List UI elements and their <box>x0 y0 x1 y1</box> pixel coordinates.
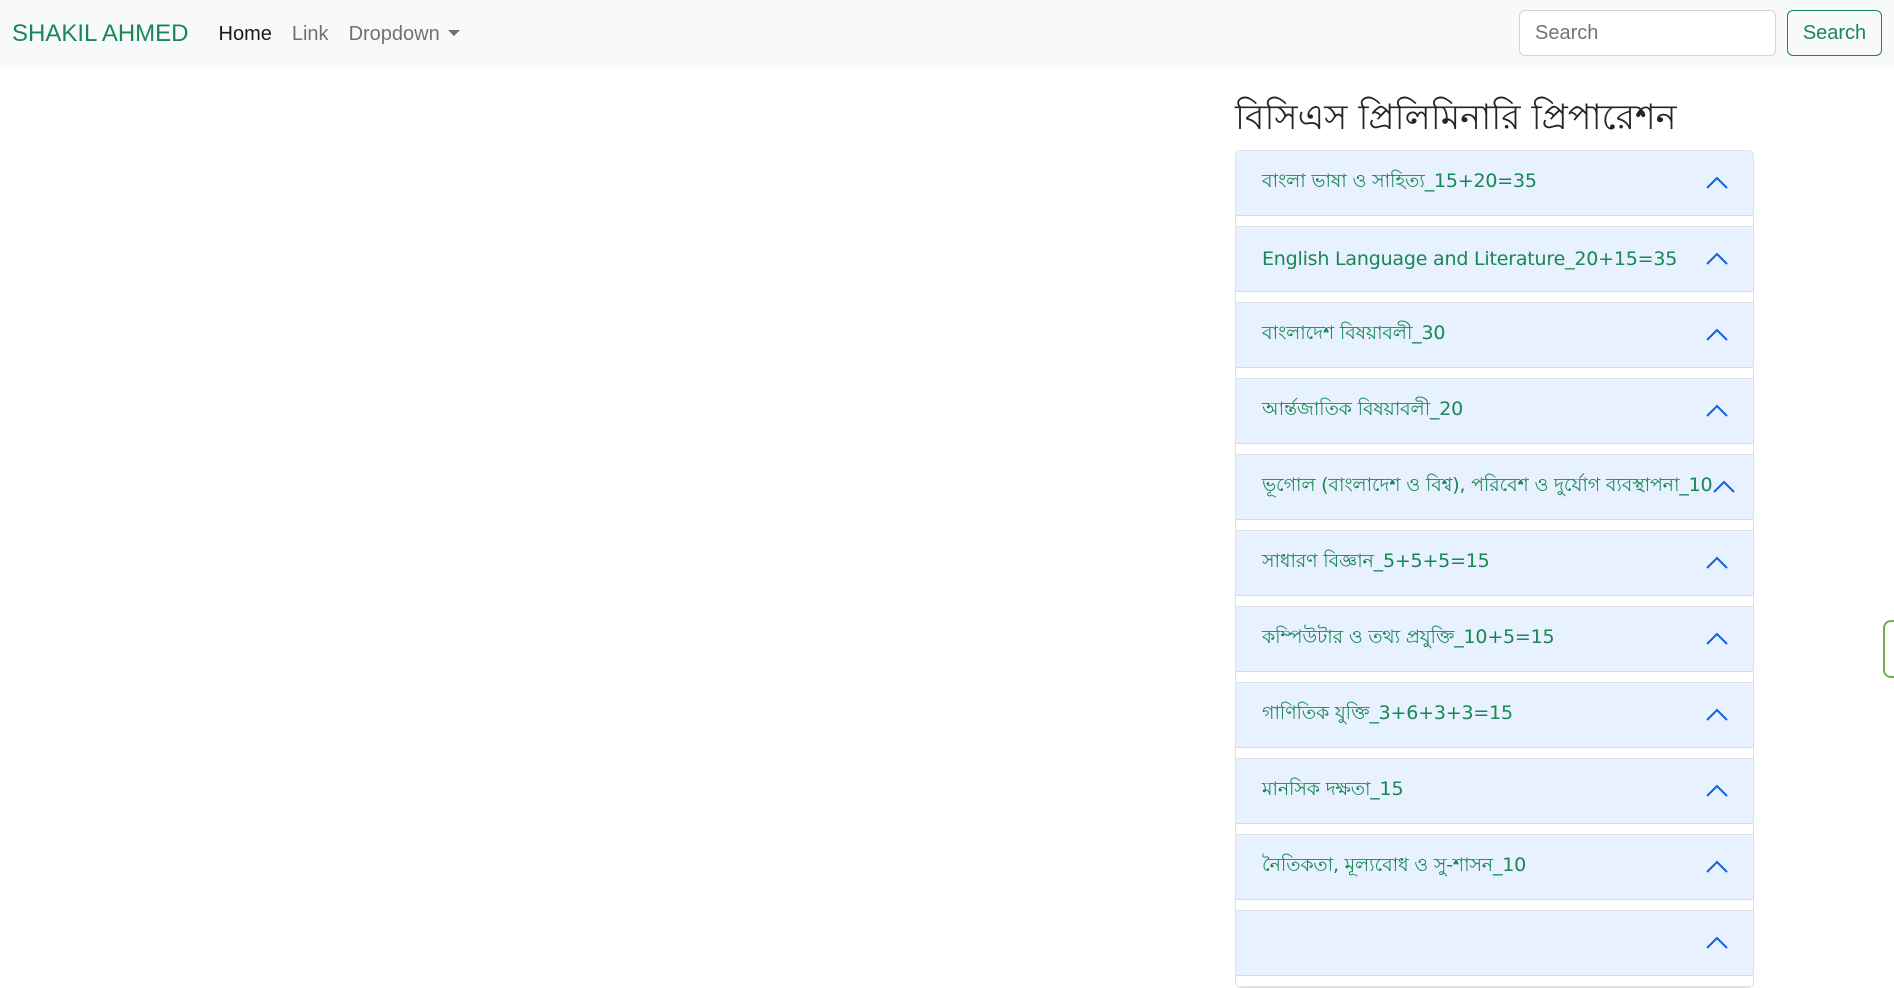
accordion-label: নৈতিকতা, মূল্যবোধ ও সু-শাসন_10 <box>1262 854 1527 876</box>
brand-link[interactable]: SHAKIL AHMED <box>12 20 189 48</box>
accordion-button[interactable]: মানসিক দক্ষতা_15 <box>1236 759 1753 824</box>
chevron-up-icon <box>1706 708 1728 721</box>
search-input[interactable] <box>1519 10 1776 56</box>
nav-dropdown[interactable]: Dropdown <box>349 23 460 46</box>
accordion-button[interactable]: English Language and Literature_20+15=35 <box>1236 227 1753 292</box>
main-content: বিসিএস প্রিলিমিনারি প্রিপারেশন বাংলা ভাষ… <box>1235 94 1754 988</box>
accordion-label: আর্ন্তজাতিক বিষয়াবলী_20 <box>1262 398 1464 420</box>
accordion-button[interactable]: কম্পিউটার ও তথ্য প্রযুক্তি_10+5=15 <box>1236 607 1753 672</box>
accordion: বাংলা ভাষা ও সাহিত্য_15+20=35 English Lan… <box>1235 150 1754 988</box>
accordion-item: কম্পিউটার ও তথ্য প্রযুক্তি_10+5=15 <box>1236 607 1753 683</box>
accordion-item: মানসিক দক্ষতা_15 <box>1236 759 1753 835</box>
accordion-button[interactable]: আর্ন্তজাতিক বিষয়াবলী_20 <box>1236 379 1753 444</box>
accordion-label: মানসিক দক্ষতা_15 <box>1262 778 1404 800</box>
accordion-label: বাংলাদেশ বিষয়াবলী_30 <box>1262 322 1446 344</box>
chevron-up-icon <box>1706 632 1728 645</box>
nav-dropdown-label: Dropdown <box>348 22 440 45</box>
accordion-item <box>1236 911 1753 987</box>
chevron-up-icon <box>1706 252 1728 265</box>
search-button[interactable]: Search <box>1787 10 1882 56</box>
chevron-up-icon <box>1706 556 1728 569</box>
accordion-label: সাধারণ বিজ্ঞান_5+5+5=15 <box>1262 550 1490 572</box>
accordion-button[interactable]: ভূগোল (বাংলাদেশ ও বিশ্ব), পরিবেশ ও দুর্য… <box>1236 455 1753 520</box>
caret-down-icon <box>447 29 460 36</box>
accordion-label: English Language and Literature_20+15=35 <box>1262 248 1678 270</box>
accordion-label: বাংলা ভাষা ও সাহিত্য_15+20=35 <box>1262 170 1537 192</box>
accordion-button[interactable] <box>1236 911 1753 976</box>
accordion-item: বাংলা ভাষা ও সাহিত্য_15+20=35 <box>1236 151 1753 227</box>
accordion-item: বাংলাদেশ বিষয়াবলী_30 <box>1236 303 1753 379</box>
chevron-up-icon <box>1706 936 1728 949</box>
accordion-item: নৈতিকতা, মূল্যবোধ ও সু-শাসন_10 <box>1236 835 1753 911</box>
accordion-item: English Language and Literature_20+15=35 <box>1236 227 1753 303</box>
chevron-up-icon <box>1706 784 1728 797</box>
nav-link-link[interactable]: Link <box>292 23 329 46</box>
accordion-button[interactable]: নৈতিকতা, মূল্যবোধ ও সু-শাসন_10 <box>1236 835 1753 900</box>
chevron-up-icon <box>1706 328 1728 341</box>
accordion-label: কম্পিউটার ও তথ্য প্রযুক্তি_10+5=15 <box>1262 626 1555 648</box>
accordion-item: আর্ন্তজাতিক বিষয়াবলী_20 <box>1236 379 1753 455</box>
accordion-button[interactable]: সাধারণ বিজ্ঞান_5+5+5=15 <box>1236 531 1753 596</box>
accordion-item: ভূগোল (বাংলাদেশ ও বিশ্ব), পরিবেশ ও দুর্য… <box>1236 455 1753 531</box>
side-feedback-tab[interactable] <box>1883 620 1894 678</box>
accordion-button[interactable]: বাংলাদেশ বিষয়াবলী_30 <box>1236 303 1753 368</box>
accordion-button[interactable]: গাণিতিক যুক্তি_3+6+3+3=15 <box>1236 683 1753 748</box>
chevron-up-icon <box>1713 480 1736 493</box>
accordion-label: গাণিতিক যুক্তি_3+6+3+3=15 <box>1262 702 1513 724</box>
page-title: বিসিএস প্রিলিমিনারি প্রিপারেশন <box>1235 98 1677 138</box>
chevron-up-icon <box>1706 176 1728 189</box>
chevron-up-icon <box>1706 860 1728 873</box>
accordion-item: গাণিতিক যুক্তি_3+6+3+3=15 <box>1236 683 1753 759</box>
chevron-up-icon <box>1706 404 1728 417</box>
navbar: SHAKIL AHMED Home Link Dropdown Search <box>0 0 1894 68</box>
nav-link-home[interactable]: Home <box>219 23 272 46</box>
accordion-button[interactable]: বাংলা ভাষা ও সাহিত্য_15+20=35 <box>1236 151 1753 216</box>
accordion-label: ভূগোল (বাংলাদেশ ও বিশ্ব), পরিবেশ ও দুর্য… <box>1262 474 1713 496</box>
accordion-item: সাধারণ বিজ্ঞান_5+5+5=15 <box>1236 531 1753 607</box>
search-form: Search <box>1519 10 1882 56</box>
